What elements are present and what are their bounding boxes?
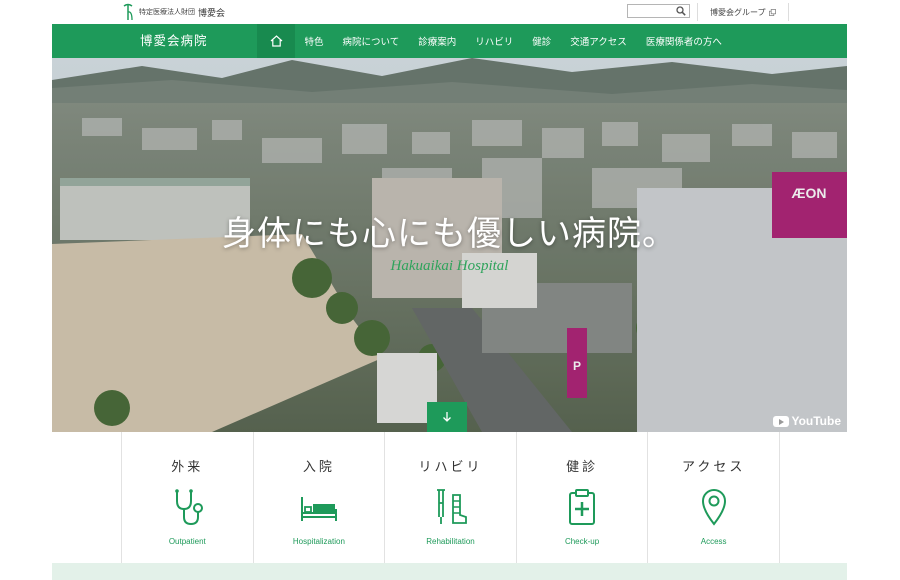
logo-subtitle: 特定医療法人財団 — [139, 8, 195, 16]
nav-item-access[interactable]: 交通アクセス — [561, 34, 637, 48]
nav-item-about[interactable]: 病院について — [333, 34, 409, 48]
map-pin-icon — [701, 489, 726, 526]
scroll-down-button[interactable] — [427, 402, 467, 432]
clipboard-icon — [569, 489, 596, 525]
top-bar: 特定医療法人財団 博愛会 博愛会グループ — [0, 0, 900, 24]
card-rehabilitation[interactable]: リハビリ Rehabilitation — [385, 432, 517, 563]
external-link-icon — [768, 8, 776, 16]
nav-item-checkup[interactable]: 健診 — [523, 34, 561, 48]
main-nav: 博愛会病院 特色 病院について 診療案内 リハビリ 健診 交通アクセス 医療関係… — [52, 24, 847, 58]
crutch-icon — [437, 489, 468, 524]
nav-item-professionals[interactable]: 医療関係者の方へ — [636, 34, 731, 48]
search-input[interactable] — [627, 4, 690, 18]
site-logo[interactable]: 特定医療法人財団 博愛会 — [121, 3, 225, 21]
nav-brand[interactable]: 博愛会病院 — [140, 24, 208, 58]
stethoscope-icon — [175, 489, 204, 526]
feature-cards: 外来 Outpatient 入院 Hospitalization リハビリ Re… — [121, 432, 780, 563]
group-link[interactable]: 博愛会グループ — [697, 3, 789, 21]
card-title: アクセス — [681, 460, 746, 475]
card-title: リハビリ — [418, 460, 483, 475]
youtube-icon — [773, 415, 790, 427]
nav-item-rehab[interactable]: リハビリ — [466, 34, 523, 48]
logo-mark-icon — [123, 3, 133, 21]
card-title: 健診 — [566, 460, 599, 475]
youtube-label: YouTube — [791, 414, 841, 428]
card-hospitalization[interactable]: 入院 Hospitalization — [254, 432, 386, 563]
group-link-label: 博愛会グループ — [710, 7, 766, 17]
hero-subtitle: Hakuaikai Hospital — [390, 258, 509, 274]
arrow-down-icon — [443, 412, 451, 422]
nav-item-features[interactable]: 特色 — [295, 34, 333, 48]
nav-item-departments[interactable]: 診療案内 — [409, 34, 466, 48]
logo-title: 博愛会 — [198, 8, 226, 19]
home-icon — [270, 35, 282, 47]
card-subtitle: Outpatient — [168, 537, 206, 546]
card-outpatient[interactable]: 外来 Outpatient — [122, 432, 254, 563]
card-title: 入院 — [302, 460, 335, 475]
card-title: 外来 — [171, 460, 204, 475]
card-subtitle: Rehabilitation — [426, 537, 475, 546]
card-subtitle: Check-up — [564, 537, 600, 546]
search-icon[interactable] — [676, 6, 686, 16]
hero-video[interactable]: ÆON P 身体にも心にも優しい病院。 Hakuaikai Hospital Y… — [52, 58, 847, 432]
card-checkup[interactable]: 健診 Check-up — [517, 432, 649, 563]
hospital-bed-icon — [300, 497, 337, 521]
nav-home[interactable] — [257, 24, 295, 58]
card-subtitle: Hospitalization — [292, 537, 345, 546]
card-subtitle: Access — [700, 537, 727, 546]
youtube-badge[interactable]: YouTube — [773, 414, 841, 428]
hero-title: 身体にも心にも優しい病院。 — [222, 214, 677, 254]
bottom-band — [52, 563, 847, 580]
card-access[interactable]: アクセス Access — [648, 432, 780, 563]
